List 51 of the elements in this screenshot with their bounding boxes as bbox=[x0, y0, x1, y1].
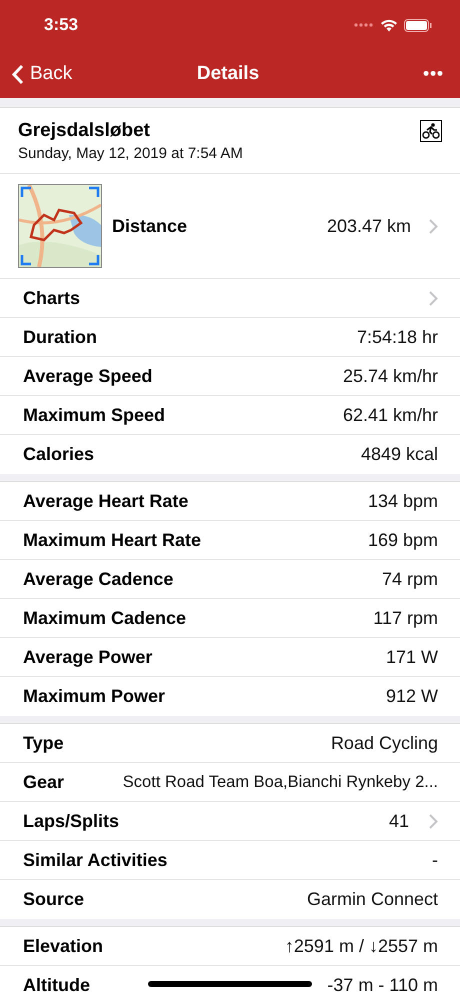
row-value: 912 W bbox=[386, 686, 438, 707]
row-label: Calories bbox=[23, 444, 94, 465]
battery-icon bbox=[404, 18, 432, 32]
wifi-icon bbox=[380, 18, 398, 32]
row-label: Average Heart Rate bbox=[23, 490, 188, 512]
row-value: 134 bpm bbox=[368, 490, 438, 512]
row-label: Elevation bbox=[23, 936, 104, 956]
row-value: -37 m - 110 m bbox=[327, 975, 438, 996]
row-label: Maximum Power bbox=[23, 686, 166, 707]
row-value: 25.74 km/hr bbox=[342, 366, 438, 386]
activity-date: Sunday, May 12, 2019 at 7:54 AM bbox=[18, 145, 243, 162]
row-label: Type bbox=[23, 732, 64, 754]
row-value: 7:54:18 hr bbox=[356, 326, 438, 348]
row-value: ↑2591 m / ↓2557 m bbox=[284, 936, 438, 956]
chevron-icon bbox=[429, 814, 438, 828]
row-label: Average Speed bbox=[23, 366, 152, 386]
screen-title: Details bbox=[196, 63, 260, 85]
row-value: 41 bbox=[388, 810, 409, 832]
row-value: 62.41 km/hr bbox=[342, 404, 438, 426]
row-value: Road Cycling bbox=[330, 732, 438, 754]
row-value: Scott Road Team Boa,Bianchi Rynkeby 2... bbox=[122, 772, 438, 792]
cycling-icon bbox=[420, 120, 442, 142]
row-label: Maximum Cadence bbox=[23, 608, 186, 628]
back-chevron-icon bbox=[12, 64, 24, 84]
row-label: Duration bbox=[23, 326, 97, 348]
row-label: Laps/Splits bbox=[23, 810, 120, 832]
row-label: Charts bbox=[23, 288, 80, 308]
more-button[interactable]: ••• bbox=[423, 64, 444, 84]
signal-icon bbox=[354, 23, 374, 27]
status-time: 3:53 bbox=[44, 15, 78, 35]
row-value: 203.47 km bbox=[326, 216, 411, 236]
row-label: Similar Activities bbox=[23, 850, 168, 870]
row-label: Maximum Speed bbox=[23, 404, 166, 426]
back-button[interactable]: Back bbox=[12, 63, 72, 85]
row-label: Average Power bbox=[23, 646, 152, 668]
row-label: Altitude bbox=[23, 975, 90, 996]
row-label: Average Cadence bbox=[23, 568, 174, 590]
row-label: Source bbox=[23, 889, 84, 910]
row-label: Maximum Heart Rate bbox=[23, 530, 202, 550]
activity-name: Grejsdalsløbet bbox=[18, 120, 151, 142]
row-value: 169 bpm bbox=[368, 530, 438, 550]
row-label: Distance bbox=[112, 216, 188, 236]
chevron-icon bbox=[429, 218, 438, 234]
row-value: Garmin Connect bbox=[306, 889, 438, 910]
row-label: Gear bbox=[23, 772, 64, 792]
row-value: - bbox=[432, 850, 438, 870]
row-value: 74 rpm bbox=[382, 568, 438, 590]
row-value: 171 W bbox=[386, 646, 438, 668]
row-value: 4849 kcal bbox=[360, 444, 438, 465]
row-value: 117 rpm bbox=[373, 608, 438, 628]
chevron-icon bbox=[429, 290, 438, 306]
